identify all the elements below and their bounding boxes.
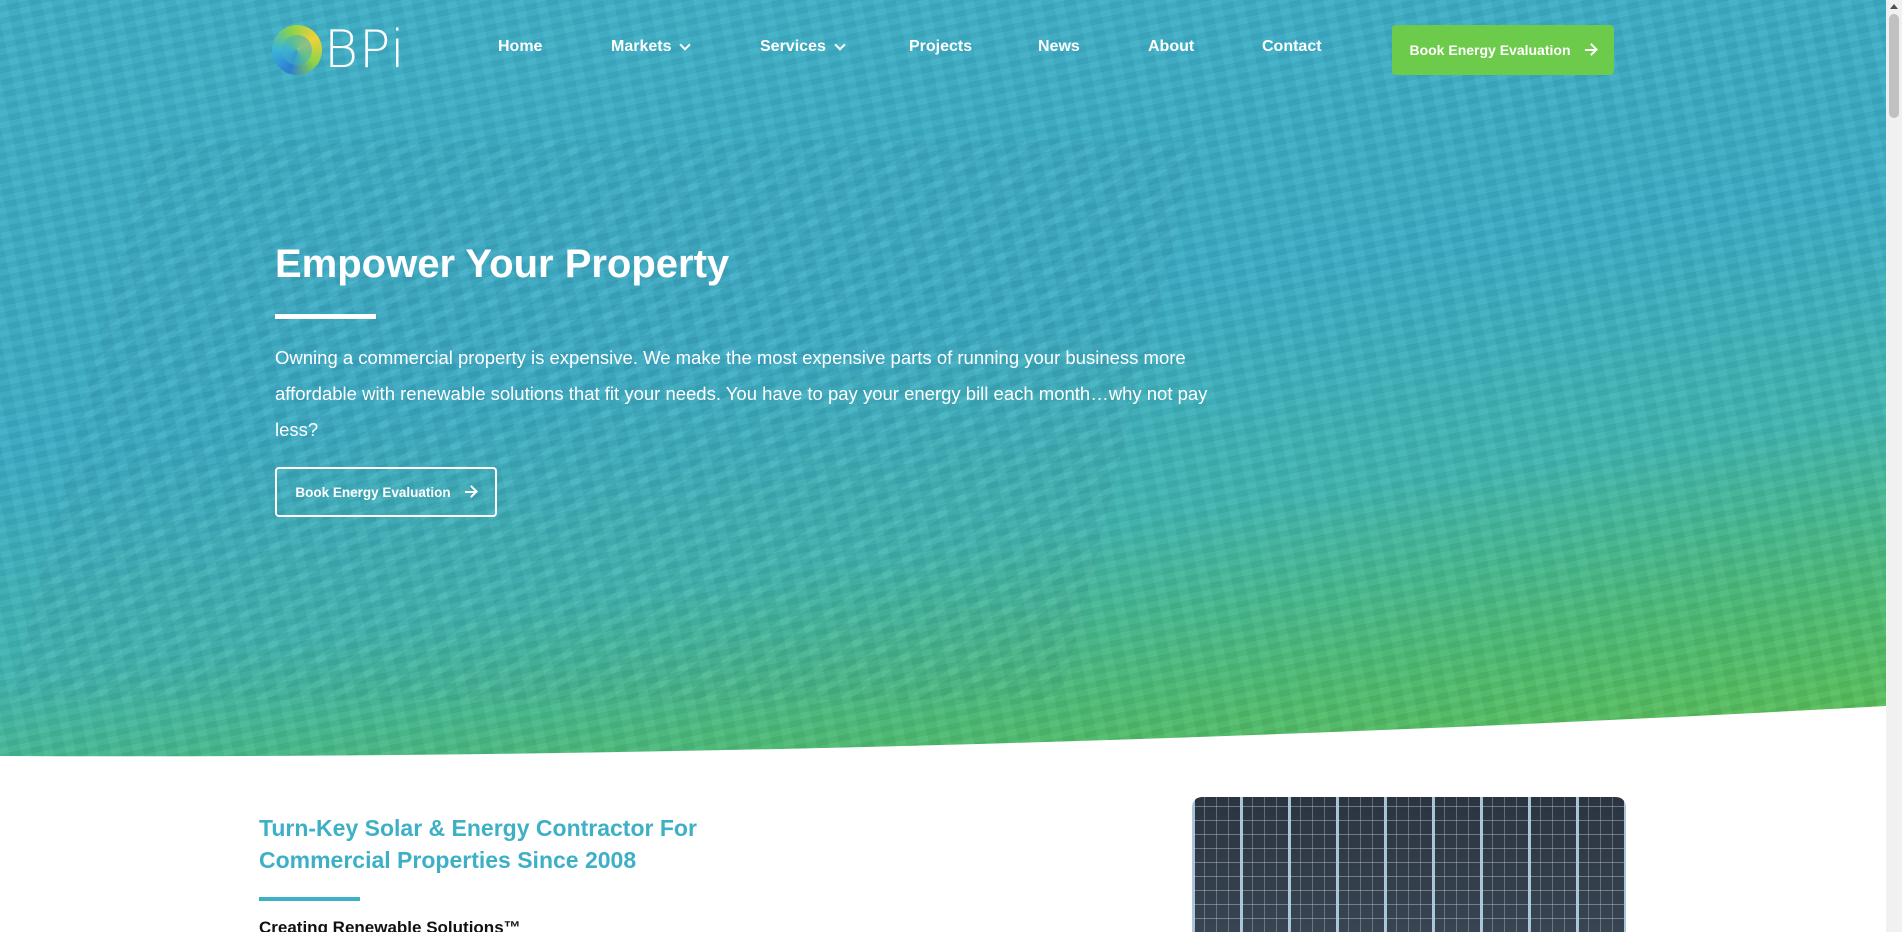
brand-logo[interactable]: BPi <box>272 22 432 78</box>
chevron-down-icon <box>834 39 846 51</box>
button-label: Book Energy Evaluation <box>295 484 451 500</box>
arrow-right-icon <box>1584 44 1597 56</box>
scrollbar-thumb[interactable] <box>1889 14 1899 118</box>
hero-book-evaluation-button[interactable]: Book Energy Evaluation <box>275 467 497 517</box>
nav-label: Contact <box>1262 38 1322 55</box>
section-subtitle: Creating Renewable Solutions™ <box>259 918 521 932</box>
logo-globe-icon <box>272 25 322 75</box>
nav-item-projects[interactable]: Projects <box>909 38 972 56</box>
solar-panels-photo <box>1192 797 1626 932</box>
nav-label: Markets <box>611 38 672 55</box>
nav-item-markets[interactable]: Markets <box>611 38 692 56</box>
scroll-up-icon[interactable] <box>1890 4 1898 9</box>
hero-description: Owning a commercial property is expensiv… <box>275 347 1208 440</box>
nav-item-contact[interactable]: Contact <box>1262 38 1322 56</box>
nav-label: News <box>1038 38 1080 55</box>
nav-label: Home <box>498 38 543 55</box>
section-divider <box>259 897 360 901</box>
nav-item-news[interactable]: News <box>1038 38 1080 56</box>
chevron-down-icon <box>679 39 692 51</box>
section-title: Turn-Key Solar & Energy Contractor For C… <box>259 815 697 873</box>
nav-item-about[interactable]: About <box>1148 38 1194 56</box>
logo-text: BPi <box>324 20 406 80</box>
button-label: Book Energy Evaluation <box>1409 42 1571 58</box>
nav-label: Services <box>760 38 826 55</box>
hero-bottom-curve <box>0 706 1886 760</box>
nav-label: About <box>1148 38 1195 55</box>
nav-item-services[interactable]: Services <box>760 38 846 56</box>
nav-label: Projects <box>909 38 973 55</box>
hero-divider <box>275 314 376 319</box>
nav-item-home[interactable]: Home <box>498 38 542 56</box>
header-book-evaluation-button[interactable]: Book Energy Evaluation <box>1392 25 1614 75</box>
hero-title: Empower Your Property <box>275 242 730 286</box>
arrow-right-icon <box>464 486 477 498</box>
page-scrollbar[interactable] <box>1886 0 1902 932</box>
